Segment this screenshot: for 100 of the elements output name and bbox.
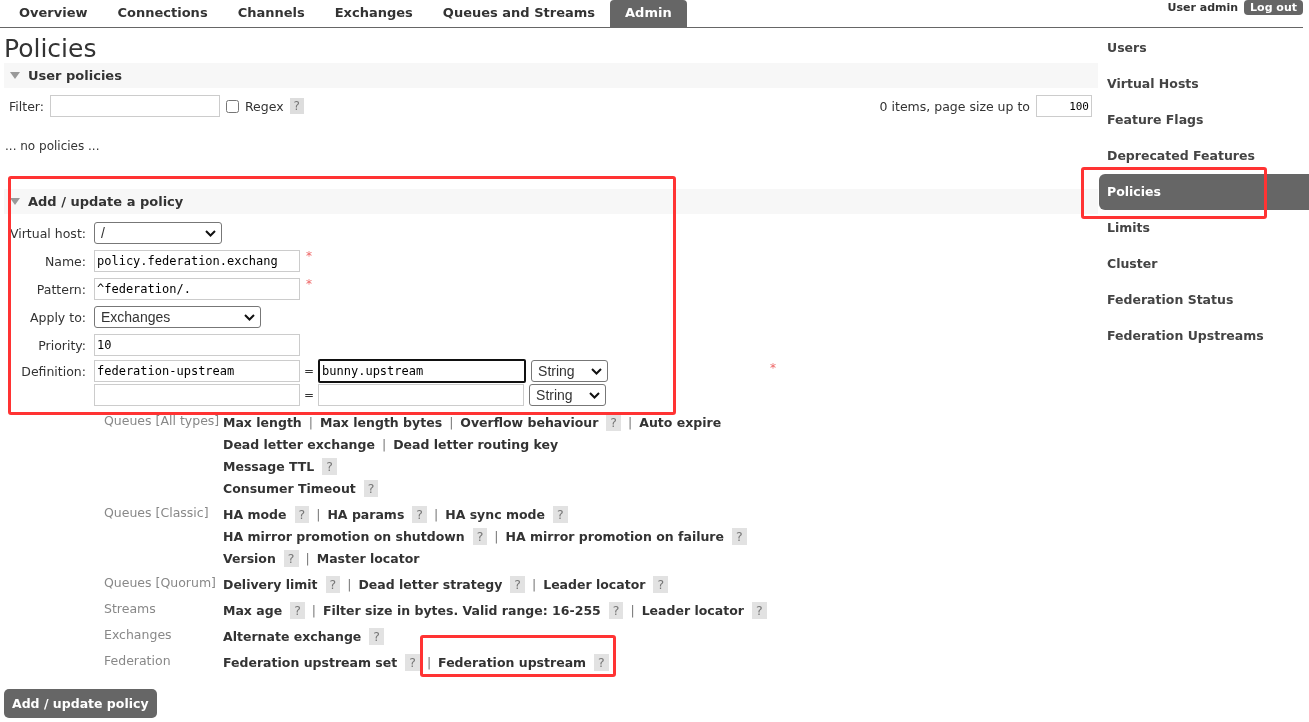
definition-key-link[interactable]: Dead letter exchange: [223, 436, 375, 452]
page-size-field[interactable]: 100: [1036, 95, 1092, 117]
definition-key-link[interactable]: Consumer Timeout: [223, 480, 356, 496]
regex-label: Regex: [244, 98, 284, 114]
required-mark: *: [306, 277, 312, 291]
sidebar-item[interactable]: Policies: [1099, 174, 1309, 210]
definition-key-link[interactable]: HA mode: [223, 506, 287, 522]
definition-key-link[interactable]: HA mirror promotion on failure: [505, 528, 724, 544]
key-field[interactable]: [94, 384, 300, 406]
select-field[interactable]: /: [94, 222, 222, 244]
separator: |: [628, 414, 633, 430]
help-button[interactable]: ?: [751, 601, 767, 619]
nav-tab[interactable]: Queues and Streams: [427, 0, 611, 27]
dropdown-caret-icon: [589, 391, 601, 399]
required-mark: *: [770, 361, 777, 375]
sidebar-item[interactable]: Deprecated Features: [1099, 138, 1309, 174]
filter-label: Filter:: [9, 98, 44, 114]
add-policy-button[interactable]: Add / update policy: [4, 689, 157, 718]
value-field[interactable]: bunny.upstream: [318, 359, 527, 383]
definition-key-link[interactable]: Version: [223, 550, 276, 566]
definition-key-link[interactable]: Message TTL: [223, 458, 315, 474]
equals-sign: =: [304, 364, 315, 378]
definition-key-link[interactable]: Overflow behaviour: [460, 414, 599, 430]
logout-button[interactable]: Log out: [1244, 0, 1303, 15]
sidebar-item[interactable]: Virtual Hosts: [1099, 66, 1309, 102]
definition-key-link[interactable]: Max age: [223, 602, 283, 618]
nav-tab[interactable]: Connections: [102, 0, 223, 27]
separator: |: [531, 576, 537, 592]
type-select[interactable]: String: [529, 384, 607, 406]
definition-key-link[interactable]: Filter size in bytes. Valid range: 16-255: [323, 602, 601, 618]
separator: |: [311, 602, 316, 618]
field-label: Definition:: [20, 363, 87, 379]
definition-key-link[interactable]: HA sync mode: [445, 506, 545, 522]
group-label: Queues [All types]: [103, 412, 221, 430]
definition-key-link[interactable]: Dead letter strategy: [358, 576, 503, 592]
nav-tab[interactable]: Admin: [610, 0, 687, 27]
sidebar-item[interactable]: Feature Flags: [1099, 102, 1309, 138]
text-field[interactable]: 10: [94, 334, 300, 356]
group-label: Queues [Quorum]: [103, 574, 217, 592]
definition-key-link[interactable]: Master locator: [316, 550, 420, 566]
help-button[interactable]: ?: [412, 505, 427, 523]
help-button[interactable]: ?: [405, 653, 420, 671]
group-label: Queues [Classic]: [103, 504, 210, 522]
definition-key-link[interactable]: Federation upstream: [438, 654, 587, 670]
nav-tab[interactable]: Overview: [4, 0, 103, 27]
collapse-triangle-icon[interactable]: [10, 72, 20, 79]
definition-key-link[interactable]: Delivery limit: [223, 576, 318, 592]
section-title: User policies: [28, 68, 122, 83]
group-label: Streams: [103, 600, 157, 618]
regex-checkbox[interactable]: [225, 99, 239, 113]
help-button[interactable]: ?: [510, 575, 525, 593]
help-button[interactable]: ?: [472, 527, 488, 545]
value-field[interactable]: [318, 384, 525, 406]
help-button[interactable]: ?: [608, 601, 624, 619]
type-select[interactable]: String: [531, 360, 609, 382]
key-field[interactable]: federation-upstream: [94, 360, 300, 382]
sidebar-item[interactable]: Federation Status: [1099, 282, 1309, 318]
help-button[interactable]: ?: [363, 479, 379, 497]
text-field[interactable]: policy.federation.exchang: [94, 250, 300, 272]
separator: |: [381, 436, 387, 452]
separator: |: [630, 602, 635, 618]
page-title: Policies: [4, 34, 98, 63]
field-label: Apply to:: [28, 309, 87, 325]
equals-sign: =: [304, 388, 315, 402]
definition-key-link[interactable]: Leader locator: [641, 602, 744, 618]
help-button[interactable]: ?: [369, 627, 384, 645]
help-button[interactable]: ?: [322, 457, 337, 475]
select-field[interactable]: Exchanges: [94, 306, 261, 328]
definition-key-link[interactable]: HA params: [327, 506, 405, 522]
definition-key-link[interactable]: Federation upstream set: [223, 654, 398, 670]
section-header[interactable]: User policies: [4, 63, 1098, 88]
group-label: Exchanges: [103, 626, 173, 644]
definition-key-link[interactable]: Max length bytes: [320, 414, 443, 430]
collapse-triangle-icon[interactable]: [10, 198, 20, 205]
text-field[interactable]: ^federation/.: [94, 278, 300, 300]
nav-tab[interactable]: Exchanges: [319, 0, 428, 27]
filter-field[interactable]: [49, 95, 220, 117]
empty-message: ... no policies ...: [4, 138, 101, 153]
nav-tab[interactable]: Channels: [222, 0, 320, 27]
sidebar-item[interactable]: Users: [1099, 30, 1309, 66]
definition-key-link[interactable]: Auto expire: [639, 414, 722, 430]
help-button[interactable]: ?: [283, 549, 299, 567]
help-button[interactable]: ?: [290, 601, 305, 619]
sidebar-item[interactable]: Federation Upstreams: [1099, 318, 1309, 354]
definition-key-link[interactable]: Max length: [223, 414, 302, 430]
definition-key-link[interactable]: HA mirror promotion on shutdown: [223, 528, 465, 544]
field-label: Name:: [43, 253, 87, 269]
separator: |: [305, 550, 310, 566]
help-button[interactable]: ?: [732, 527, 747, 545]
definition-key-link[interactable]: Leader locator: [543, 576, 646, 592]
field-label: Pattern:: [35, 281, 87, 297]
sidebar-item[interactable]: Cluster: [1099, 246, 1309, 282]
separator: |: [308, 414, 313, 430]
definition-key-link[interactable]: Dead letter routing key: [393, 436, 559, 452]
help-button[interactable]: ?: [594, 653, 609, 671]
definition-key-link[interactable]: Alternate exchange: [223, 628, 362, 644]
sidebar-item[interactable]: Limits: [1099, 210, 1309, 246]
field-label: Priority:: [37, 337, 87, 353]
section-header[interactable]: Add / update a policy: [4, 189, 1098, 214]
help-button[interactable]: ?: [552, 505, 568, 523]
